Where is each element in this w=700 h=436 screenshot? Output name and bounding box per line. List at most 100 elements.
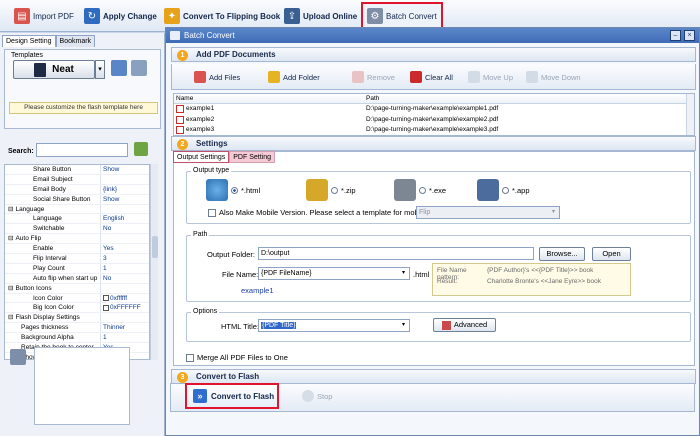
property-row[interactable]: Flip Interval 3 bbox=[5, 254, 149, 264]
property-row[interactable]: Language English bbox=[5, 214, 149, 225]
property-key: Auto flip when start up bbox=[5, 273, 101, 283]
property-value[interactable] bbox=[101, 284, 149, 293]
property-key-text: Button Icons bbox=[15, 284, 52, 292]
property-value[interactable] bbox=[101, 175, 149, 184]
scroll-thumb[interactable] bbox=[152, 236, 158, 258]
property-value[interactable] bbox=[101, 205, 149, 214]
property-row[interactable]: Play Count 1 bbox=[5, 263, 149, 274]
property-row[interactable]: Background Alpha 1 bbox=[5, 333, 149, 344]
property-value[interactable]: 1 bbox=[101, 333, 149, 342]
property-value[interactable]: Yes bbox=[101, 244, 149, 253]
radio-html[interactable] bbox=[231, 186, 238, 194]
template-selector[interactable]: Neat bbox=[13, 60, 95, 79]
output-app-option[interactable]: *.app bbox=[477, 179, 530, 201]
minimize-button[interactable]: – bbox=[670, 30, 681, 41]
remove-button[interactable]: Remove bbox=[352, 71, 395, 83]
advanced-button[interactable]: Advanced bbox=[433, 318, 496, 332]
property-value[interactable]: Show bbox=[101, 165, 149, 174]
search-input[interactable] bbox=[36, 143, 128, 157]
property-row[interactable]: Pages thickness Thinner bbox=[5, 323, 149, 334]
convert-to-flash-button[interactable]: » Convert to Flash bbox=[185, 383, 279, 409]
property-value[interactable]: 0xFFFFFF bbox=[101, 303, 149, 312]
column-path[interactable]: Path bbox=[364, 94, 694, 103]
collapse-icon[interactable]: ⊟ bbox=[8, 314, 13, 321]
property-value[interactable]: Thinner bbox=[101, 323, 149, 332]
property-scrollbar[interactable] bbox=[150, 164, 158, 360]
file-row[interactable]: example2 D:\page-turning-maker\example\ex… bbox=[174, 115, 694, 126]
property-value[interactable]: 1 bbox=[101, 264, 149, 273]
open-button[interactable]: Open bbox=[592, 247, 631, 261]
file-name-select[interactable]: {PDF FileName} ▾ bbox=[258, 267, 410, 280]
file-row[interactable]: example1 D:\page-turning-maker\example\ex… bbox=[174, 104, 694, 115]
property-row[interactable]: Email Subject bbox=[5, 174, 149, 185]
mobile-template-select[interactable]: Flip ▾ bbox=[416, 206, 560, 219]
collapse-icon[interactable]: ⊟ bbox=[8, 235, 13, 242]
radio-zip[interactable] bbox=[331, 186, 338, 194]
mobile-version-checkbox[interactable] bbox=[208, 208, 216, 217]
property-row[interactable]: Switchable No bbox=[5, 224, 149, 235]
close-button[interactable]: × bbox=[684, 30, 695, 41]
tab-output-settings[interactable]: Output Settings bbox=[173, 151, 230, 163]
property-value[interactable]: 3 bbox=[101, 254, 149, 263]
property-row[interactable]: Email Body {link} bbox=[5, 184, 149, 195]
property-key: Flip Interval bbox=[5, 254, 101, 263]
tab-bookmark[interactable]: Bookmark bbox=[55, 35, 96, 47]
output-exe-option[interactable]: *.exe bbox=[394, 179, 446, 201]
radio-app[interactable] bbox=[502, 186, 509, 194]
search-icon[interactable] bbox=[134, 142, 148, 156]
file-list-scrollbar[interactable] bbox=[686, 94, 694, 135]
property-group-row[interactable]: ⊟ Language bbox=[5, 204, 149, 215]
add-folder-button[interactable]: Add Folder bbox=[268, 71, 320, 83]
property-group-row[interactable]: ⊟ Auto Flip bbox=[5, 234, 149, 245]
property-row[interactable]: Big Icon Color 0xFFFFFF bbox=[5, 303, 149, 314]
apply-change-button[interactable]: ↻ Apply Change bbox=[84, 6, 157, 26]
left-panel: Design Setting Bookmark Templates Neat ▾… bbox=[0, 33, 165, 436]
property-value[interactable]: No bbox=[101, 274, 149, 283]
stop-button[interactable]: Stop bbox=[302, 390, 332, 402]
output-html-option[interactable]: *.html bbox=[206, 179, 260, 201]
html-title-select[interactable]: {PDF Title} ▾ bbox=[258, 319, 410, 332]
load-template-icon[interactable] bbox=[131, 60, 147, 76]
property-value[interactable]: Show bbox=[101, 195, 149, 204]
convert-flipping-book-button[interactable]: ✦ Convert To Flipping Book bbox=[164, 6, 280, 26]
property-row[interactable]: Icon Color 0xffffff bbox=[5, 293, 149, 304]
file-row[interactable]: example3 D:\page-turning-maker\example\ex… bbox=[174, 125, 694, 136]
move-up-button[interactable]: Move Up bbox=[468, 71, 513, 83]
property-value[interactable] bbox=[101, 234, 149, 243]
add-files-button[interactable]: Add Files bbox=[194, 71, 240, 83]
collapse-icon[interactable]: ⊟ bbox=[8, 285, 13, 292]
tab-pdf-setting[interactable]: PDF Setting bbox=[229, 151, 276, 163]
collapse-icon[interactable]: ⊟ bbox=[8, 206, 13, 213]
radio-exe[interactable] bbox=[419, 186, 426, 194]
clear-all-button[interactable]: Clear All bbox=[410, 71, 453, 83]
property-value[interactable]: 0xffffff bbox=[101, 294, 149, 303]
mobile-version-option[interactable]: Also Make Mobile Version. Please select … bbox=[208, 208, 428, 217]
property-row[interactable]: Share Button Show bbox=[5, 165, 149, 175]
upload-online-button[interactable]: ⇪ Upload Online bbox=[284, 6, 357, 26]
output-folder-input[interactable]: D:\output bbox=[258, 247, 534, 260]
chevron-down-icon: ▾ bbox=[401, 322, 405, 328]
template-dropdown-button[interactable]: ▾ bbox=[95, 60, 105, 79]
save-template-icon[interactable] bbox=[111, 60, 127, 76]
move-down-button[interactable]: Move Down bbox=[526, 71, 581, 83]
property-value[interactable]: No bbox=[101, 224, 149, 233]
output-zip-option[interactable]: *.zip bbox=[306, 179, 356, 201]
property-row[interactable]: Auto flip when start up No bbox=[5, 273, 149, 284]
batch-convert-button[interactable]: ⚙ Batch Convert bbox=[361, 2, 443, 30]
property-value[interactable] bbox=[101, 313, 149, 322]
merge-pdf-checkbox[interactable] bbox=[186, 353, 194, 362]
column-name[interactable]: Name bbox=[174, 94, 364, 103]
property-value[interactable]: English bbox=[101, 214, 149, 223]
browse-button[interactable]: Browse... bbox=[539, 247, 585, 261]
property-row[interactable]: Social Share Button Show bbox=[5, 194, 149, 205]
property-value[interactable]: {link} bbox=[101, 185, 149, 194]
color-swatch[interactable] bbox=[103, 304, 109, 311]
merge-pdf-option[interactable]: Merge All PDF Files to One bbox=[186, 353, 288, 362]
file-path-cell: D:\page-turning-maker\example\example2.p… bbox=[366, 115, 499, 123]
property-group-row[interactable]: ⊟ Button Icons bbox=[5, 283, 149, 294]
property-group-row[interactable]: ⊟ Flash Display Settings bbox=[5, 313, 149, 324]
import-pdf-button[interactable]: ▤ Import PDF bbox=[14, 6, 74, 26]
property-row[interactable]: Enable Yes bbox=[5, 244, 149, 255]
tab-design-setting[interactable]: Design Setting bbox=[2, 35, 56, 47]
color-swatch[interactable] bbox=[103, 294, 109, 301]
